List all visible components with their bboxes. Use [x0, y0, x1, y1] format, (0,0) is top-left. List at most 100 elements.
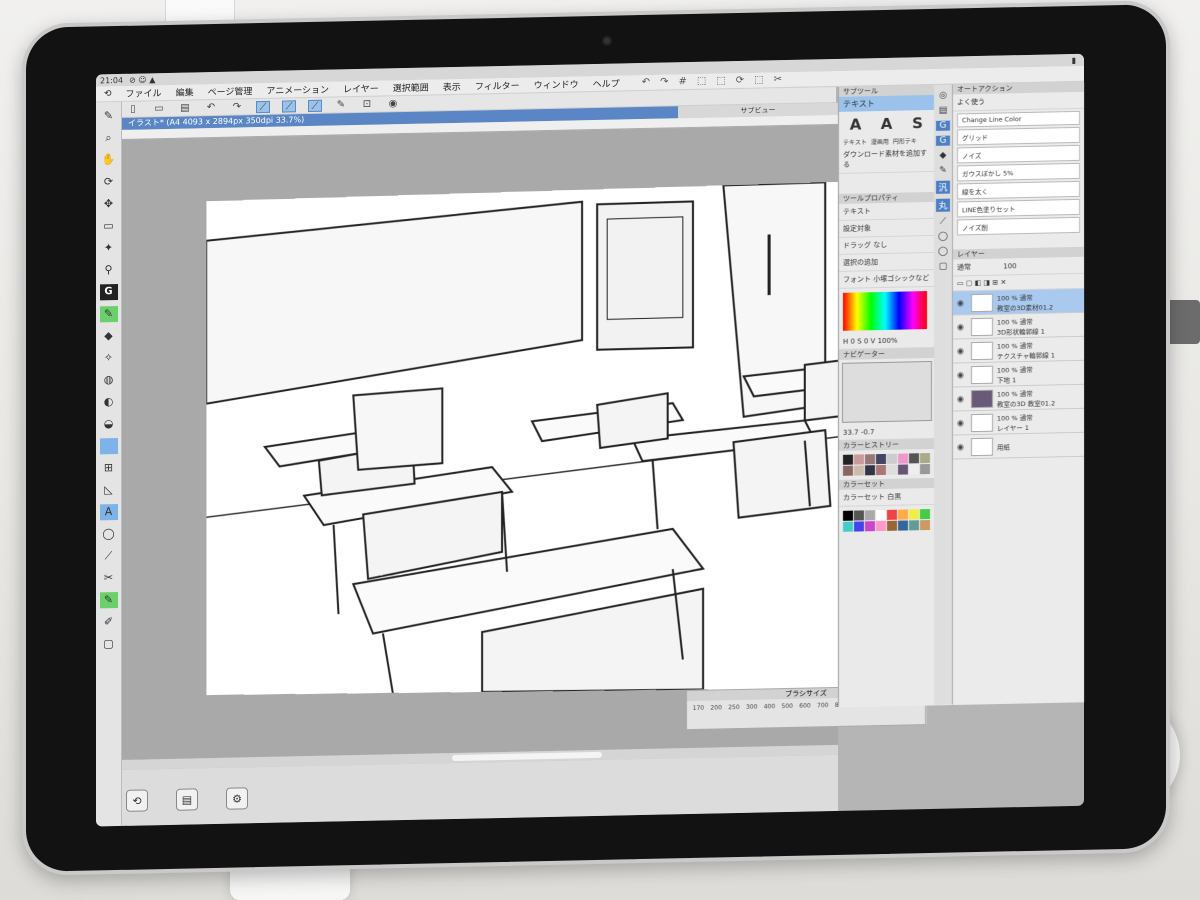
menu-window[interactable]: ウィンドウ [534, 77, 579, 91]
auto-action-item[interactable]: グリッド [957, 126, 1080, 146]
brush-size-item[interactable]: 170 [691, 705, 706, 712]
zoom-value[interactable]: 33.7 [843, 428, 859, 436]
color-history-swatches[interactable] [839, 449, 934, 480]
menu-animation[interactable]: アニメーション [266, 83, 329, 97]
balloon-icon[interactable]: ◯ [100, 526, 118, 542]
auto-action-set[interactable]: よく使う [953, 91, 1084, 112]
menu-file[interactable]: ファイル [126, 86, 162, 100]
gradient-icon[interactable] [99, 438, 118, 455]
color-set-swatches[interactable] [839, 505, 934, 536]
palette-icon[interactable]: G [936, 120, 950, 131]
menu-layer[interactable]: レイヤー [343, 82, 379, 96]
magic-wand-icon[interactable]: ✦ [100, 240, 118, 256]
transform-icon[interactable]: ⬚ [697, 76, 706, 87]
palette-icon[interactable]: ◎ [939, 91, 947, 101]
subtool-manga-icon[interactable]: A [874, 115, 899, 134]
pencil-icon[interactable]: ✐ [100, 614, 118, 630]
layer-row[interactable]: ◉ 100 % 通常 教室の3D 教室01.2 [953, 384, 1084, 412]
rotate-icon[interactable]: ⟳ [736, 75, 744, 86]
snap-special-icon[interactable]: ⟋ [282, 99, 296, 113]
redo-icon[interactable]: ↷ [660, 76, 668, 87]
rotate-value[interactable]: -0.7 [861, 428, 875, 436]
palette-icon[interactable]: ◯ [938, 247, 948, 257]
eraser-icon[interactable]: ◆ [100, 328, 118, 344]
grid-icon[interactable]: # [678, 76, 686, 87]
canvas-area[interactable] [122, 124, 856, 760]
property-value[interactable]: なし [873, 241, 887, 249]
eye-icon[interactable]: ◉ [957, 442, 967, 451]
line-icon[interactable]: ⟋ [100, 548, 118, 564]
stamp-icon[interactable]: ⊡ [360, 98, 374, 110]
brush-size-item[interactable]: 200 [709, 704, 724, 711]
open-icon[interactable]: ▭ [152, 103, 166, 115]
color-set-select[interactable]: カラーセット 白黒 [839, 487, 934, 507]
select-icon[interactable]: ▭ [100, 218, 118, 234]
color-icon[interactable]: ▢ [100, 636, 118, 652]
auto-action-item[interactable]: ガウスぼかし 5% [957, 162, 1080, 182]
page-icon[interactable]: ▤ [176, 788, 198, 811]
move-icon[interactable]: ✥ [100, 196, 118, 212]
rotate-view-icon[interactable]: ⟲ [126, 789, 148, 812]
settings-icon[interactable]: ⚙ [226, 787, 248, 810]
layer-row[interactable]: ◉ 100 % 通常 3D形状輪郭線 1 [953, 312, 1084, 340]
auto-action-item[interactable]: Change Line Color [957, 110, 1080, 128]
layer-opacity[interactable]: 100 [1003, 262, 1016, 270]
correct-icon[interactable]: ✂ [100, 570, 118, 586]
rotate-tool-icon[interactable]: ⟳ [100, 174, 118, 190]
selection-icon[interactable]: ⬚ [754, 74, 763, 85]
eye-icon[interactable]: ◉ [957, 418, 967, 427]
pen-tool-icon[interactable]: ✎ [100, 108, 118, 124]
app-logo-icon[interactable]: ⟲ [104, 89, 112, 99]
auto-action-item[interactable]: ノイズ [957, 144, 1080, 164]
layer-row[interactable]: ◉ 100 % 通常 テクスチャ輪郭線 1 [953, 336, 1084, 364]
layer-row[interactable]: ◉ 100 % 通常 下地 1 [953, 360, 1084, 388]
eye-icon[interactable]: ◉ [957, 322, 967, 331]
text-tool-icon[interactable]: A [99, 504, 118, 521]
menu-page[interactable]: ページ管理 [208, 84, 253, 98]
brush-size-item[interactable]: 500 [780, 703, 795, 710]
zoom-icon[interactable]: ⌕ [100, 130, 118, 146]
green-pen-icon[interactable]: ✎ [99, 592, 118, 609]
blend-mode[interactable]: 通常 [957, 263, 971, 271]
palette-icon[interactable]: 丸 [936, 198, 950, 212]
property-row[interactable]: フォント 小塚ゴシックなど [839, 269, 934, 289]
palette-icon[interactable]: 汎 [936, 180, 950, 194]
sparkle-icon[interactable]: ✧ [100, 350, 118, 366]
bucket-icon[interactable]: ◒ [100, 416, 118, 432]
download-material-link[interactable]: ダウンロード素材を追加する [839, 144, 934, 174]
eye-icon[interactable]: ◉ [386, 98, 400, 110]
auto-action-item[interactable]: LINE色塗りセット [957, 198, 1080, 218]
palette-icon[interactable]: ◯ [938, 232, 948, 242]
blend-icon[interactable]: ◍ [100, 372, 118, 388]
clear-icon[interactable]: ✂ [774, 74, 782, 85]
eye-icon[interactable]: ◉ [957, 394, 967, 403]
layer-row[interactable]: ◉ 100 % 通常 レイヤー 1 [953, 408, 1084, 436]
property-row[interactable]: ドラッグ なし [839, 235, 934, 255]
subtool-text-icon[interactable]: A [843, 115, 868, 134]
new-icon[interactable]: ▯ [126, 103, 140, 115]
menu-filter[interactable]: フィルター [475, 79, 520, 93]
layer-row[interactable]: ◉ 用紙 [953, 432, 1084, 460]
eye-icon[interactable]: ◉ [957, 298, 967, 307]
property-row[interactable]: 選択の追加 [839, 252, 934, 272]
navigator-thumbnail[interactable] [842, 360, 932, 423]
palette-icon[interactable]: ◆ [940, 151, 947, 161]
palette-icon[interactable]: ▢ [939, 262, 948, 272]
undo-cmd-icon[interactable]: ↶ [204, 101, 218, 113]
eye-icon[interactable]: ◉ [957, 346, 967, 355]
property-value[interactable]: 小塚ゴシックなど [873, 274, 929, 283]
palette-icon[interactable]: G [936, 135, 950, 146]
auto-action-item[interactable]: 線を太く [957, 180, 1080, 200]
brush-size-item[interactable]: 700 [815, 702, 830, 709]
brush-size-item[interactable]: 250 [727, 704, 742, 711]
eyedropper-icon[interactable]: ⚲ [100, 262, 118, 278]
menu-edit[interactable]: 編集 [176, 85, 194, 98]
palette-icon[interactable]: ▤ [939, 106, 948, 116]
eye-icon[interactable]: ◉ [957, 370, 967, 379]
snap-ruler-icon[interactable]: ⟋ [256, 100, 270, 113]
brush-icon[interactable]: ✎ [99, 306, 118, 323]
brush-size-item[interactable]: 400 [762, 703, 777, 710]
menu-selection[interactable]: 選択範囲 [393, 81, 429, 95]
redo-cmd-icon[interactable]: ↷ [230, 101, 244, 113]
edit-icon[interactable]: ✎ [334, 99, 348, 111]
